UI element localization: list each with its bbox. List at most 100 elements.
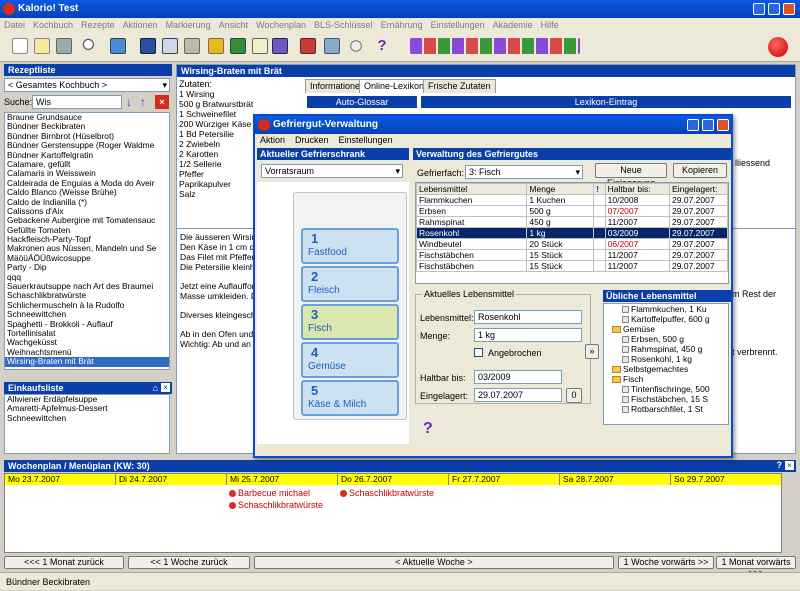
menu-item-2[interactable]: Rezepte [77,20,119,30]
chef-icon[interactable] [324,38,340,54]
search-input[interactable]: Wis [32,95,122,109]
tree-item[interactable]: Rahmspinat, 450 g [608,344,728,354]
gefrierfach-select[interactable]: 3: Fisch ▾ [465,165,583,179]
column-header[interactable]: ! [593,183,606,195]
help-icon[interactable]: ? [374,38,390,54]
list-item[interactable]: Calamaris in Weisswein [5,169,169,178]
freezer-drawer[interactable]: 1 Fastfood [301,228,399,264]
clear-search-icon[interactable]: × [155,95,169,109]
nav-button-1[interactable]: << 1 Woche zurück [128,556,250,569]
shopping-list[interactable]: Allwiener Erdäpfelsuppe Amaretti-Apfelmus… [4,394,170,454]
menge-input[interactable]: 1 kg [474,328,582,342]
menu-item-9[interactable]: Einstellungen [427,20,489,30]
day-header[interactable]: Fr 27.7.2007 [449,474,560,485]
maximize-icon[interactable] [702,119,714,131]
list-item[interactable]: Schneewittchen [5,414,169,423]
menu-item-1[interactable]: Kochbuch [29,20,77,30]
arrow-up-icon[interactable]: ↑ [140,95,146,109]
nav-button-2[interactable]: < Aktuelle Woche > [254,556,614,569]
lm-input[interactable]: Rosenkohl [474,310,582,324]
freezer-drawer[interactable]: 5 Käse & Milch [301,380,399,416]
tree-folder[interactable]: Fisch [608,374,728,384]
plan-icon[interactable] [162,38,178,54]
table-row[interactable]: Fischstäbchen 15 Stück 11/2007 29.07.2007 [416,260,728,272]
tree-item[interactable]: Tintenfischringe, 500 [608,384,728,394]
gefriergut-table[interactable]: Lebensmittel Menge! Haltbar bis: Eingelager… [415,182,729,284]
list-item[interactable]: Allwiener Erdäpfelsuppe [5,395,169,404]
minimize-icon[interactable] [753,3,765,15]
menu-item-6[interactable]: Wochenplan [252,20,310,30]
close-panel-icon[interactable]: × [161,383,170,392]
table-row[interactable]: Windbeutel 20 Stück 06/2007 29.07.2007 [416,238,728,250]
tree-item[interactable]: Kartoffelpuffer, 600 g [608,314,728,324]
menu-item-0[interactable]: Datei [0,20,29,30]
kopieren-button[interactable]: Kopieren [673,163,727,178]
dialog-menu-item-0[interactable]: Aktion [255,135,290,145]
list-item[interactable]: Bündner Gerstensuppe (Roger Waldme [5,141,169,150]
day-header[interactable]: Do 26.7.2007 [338,474,449,485]
list-item[interactable]: Sauerkrautsuppe nach Art des Braumei [5,282,169,291]
table-row[interactable]: Erbsen 500 g 07/2007 29.07.2007 [416,205,728,217]
tree-folder[interactable]: Selbstgemachtes [608,364,728,374]
list-item[interactable]: Weihnachtsmenü [5,348,169,357]
menu-item-5[interactable]: Ansicht [215,20,253,30]
trash-icon[interactable] [56,38,72,54]
column-header[interactable]: Haltbar bis: [604,183,671,195]
nav-button-4[interactable]: 1 Monat vorwärts >>> [716,556,796,578]
freezer-select[interactable]: Vorratsraum ▾ [261,164,403,178]
list-item[interactable]: Amaretti-Apfelmus-Dessert [5,404,169,413]
help-icon[interactable]: ? [777,460,783,470]
dialog-menu-item-1[interactable]: Drucken [290,135,334,145]
tools-icon[interactable] [184,38,200,54]
eingelagert-input[interactable]: 29.07.2007 [474,388,562,402]
column-header[interactable]: Eingelagert: [669,183,728,195]
tree-item[interactable]: Erbsen, 500 g [608,334,728,344]
menu-item-3[interactable]: Aktionen [119,20,162,30]
column-header[interactable]: Menge [526,183,595,195]
haltbar-input[interactable]: 03/2009 [474,370,562,384]
dialog-menu-item-2[interactable]: Einstellungen [334,135,398,145]
minimize-icon[interactable] [687,119,699,131]
day-header[interactable]: Di 24.7.2007 [116,474,227,485]
tree-item[interactable]: Rotbarschfilet, 1 St [608,404,728,414]
list-item[interactable]: Hackfleisch-Party-Topf [5,235,169,244]
books-icon[interactable] [208,38,224,54]
home-icon[interactable]: ⌂ [153,383,158,393]
tree-item[interactable]: Rosenkohl, 1 kg [608,354,728,364]
maximize-icon[interactable] [768,3,780,15]
ueblich-tree[interactable]: Flammkuchen, 1 Ku Kartoffelpuffer, 600 gG… [603,303,729,425]
transfer-button[interactable]: » [585,344,599,359]
menu-item-4[interactable]: Markierung [162,20,215,30]
list-item[interactable]: Schaschlikbratwürste [5,291,169,300]
table-row[interactable]: Rosenkohl 1 kg 03/2009 29.07.2007 [416,227,728,239]
list-item[interactable]: MäöüÄÖÜßwicosuppe [5,254,169,263]
menu-item-11[interactable]: Hilfe [537,20,563,30]
freezer-drawer[interactable]: 2 Fleisch [301,266,399,302]
tree-item[interactable]: Flammkuchen, 1 Ku [608,304,728,314]
list-item[interactable]: Schlichermuscheln à la Rudolfo [5,301,169,310]
kochbuch-select[interactable]: < Gesamtes Kochbuch > ▾ [4,78,170,92]
tab-online-lexikon[interactable]: Online-Lexikon [359,79,430,93]
angebrochen-checkbox[interactable] [474,348,483,357]
entry-barbecue[interactable]: Barbecue michael [229,488,310,498]
day-header[interactable]: So 29.7.2007 [671,474,782,485]
pencils-icon[interactable] [272,38,288,54]
arrow-down-icon[interactable]: ↓ [126,95,132,109]
wochenplan-grid[interactable]: Mo 23.7.2007 Di 24.7.2007 Mi 25.7.2007 Do 2… [4,473,782,553]
list-item[interactable]: qqq [5,273,169,282]
list-item[interactable]: Caldeirada de Enguias a Moda do Aveir [5,179,169,188]
list-item[interactable]: Tortellinisalat [5,329,169,338]
list-icon[interactable] [252,38,268,54]
list-item[interactable]: Gebackene Aubergine mit Tomatensauc [5,216,169,225]
table-row[interactable]: Fischstäbchen 15 Stück 11/2007 29.07.2007 [416,249,728,261]
jar-row-icon[interactable] [410,38,580,54]
list-item[interactable]: Gefüllte Tomaten [5,226,169,235]
entry-schaschlik-mi[interactable]: Schaschlikbratwürste [229,500,323,510]
nav-button-0[interactable]: <<< 1 Monat zurück [4,556,124,569]
edit-icon[interactable] [34,38,50,54]
list-item[interactable]: Schneewittchen [5,310,169,319]
list-item[interactable]: Party - Dip [5,263,169,272]
list-item[interactable]: Bündner Kartoffelgratin [5,151,169,160]
timer-icon[interactable] [348,38,364,54]
list-item[interactable]: Caldo de Indianilla (*) [5,198,169,207]
